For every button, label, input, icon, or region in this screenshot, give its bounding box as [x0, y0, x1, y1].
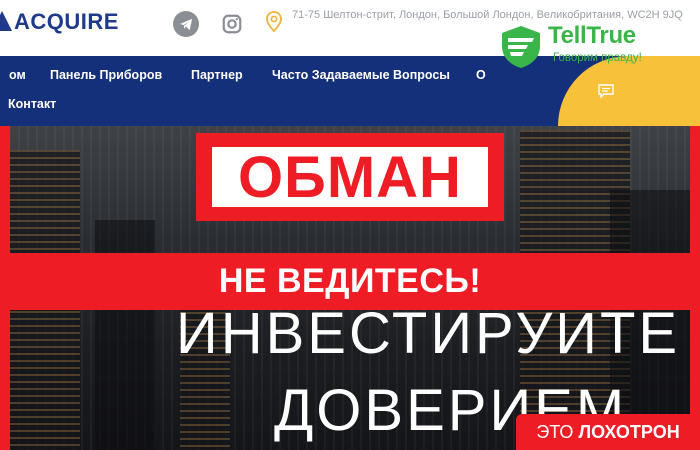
nav-item-contact[interactable]: Контакт: [8, 97, 56, 111]
nav-item-dashboard[interactable]: Панель Приборов: [50, 68, 162, 82]
location-pin-icon: [266, 11, 282, 33]
scam-label: ОБМАН: [196, 133, 504, 221]
site-logo[interactable]: ACQUIRE: [14, 9, 119, 35]
logo-mark-icon[interactable]: [0, 11, 12, 31]
nav-item-partner[interactable]: Партнер: [191, 68, 243, 82]
instagram-icon[interactable]: [219, 11, 245, 37]
telegram-icon[interactable]: [173, 11, 199, 37]
scam-title: ОБМАН: [212, 145, 488, 210]
warning-banner: НЕ ВЕДИТЕСЬ!: [0, 253, 700, 310]
chat-icon[interactable]: [598, 84, 614, 98]
scam-tag-strong: ЛОХОТРОН: [578, 421, 680, 442]
scam-tag-prefix: ЭТО: [536, 421, 574, 442]
telltrue-title: TellTrue: [548, 22, 636, 49]
telltrue-slogan: Говорим правду!: [553, 52, 642, 64]
nav-item-about[interactable]: О: [476, 68, 486, 82]
nav-item-faq[interactable]: Часто Задаваемые Вопросы: [272, 68, 450, 82]
telltrue-shield-icon: [502, 26, 540, 68]
office-address: 71-75 Шелтон-стрит, Лондон, Большой Лонд…: [292, 9, 683, 21]
scam-tag: ЭТО ЛОХОТРОН: [516, 414, 700, 450]
nav-item-home[interactable]: ом: [9, 68, 26, 82]
